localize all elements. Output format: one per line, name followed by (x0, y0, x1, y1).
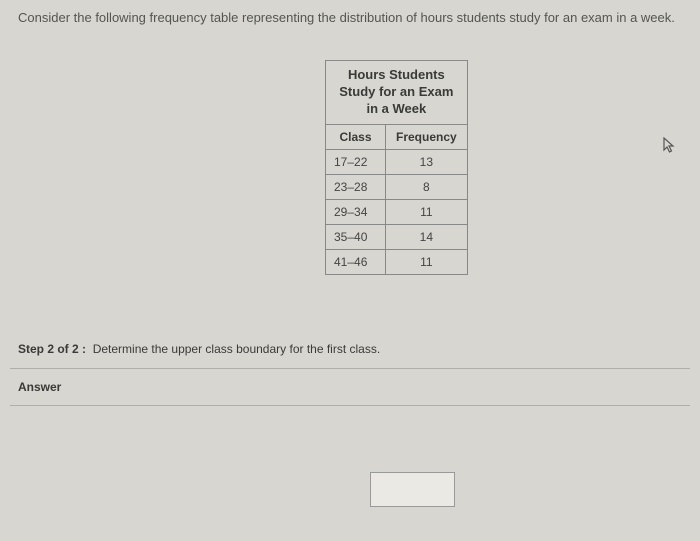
table-row: 41–46 11 (326, 249, 468, 274)
step-section: Step 2 of 2 : Determine the upper class … (0, 332, 700, 366)
table-title-line1: Hours Students (348, 67, 445, 82)
table-row: 35–40 14 (326, 224, 468, 249)
table-row: 23–28 8 (326, 174, 468, 199)
class-cell: 35–40 (326, 224, 386, 249)
table-title-line2: Study for an Exam (339, 84, 453, 99)
frequency-cell: 11 (386, 199, 468, 224)
table-title: Hours Students Study for an Exam in a We… (326, 61, 468, 125)
class-cell: 41–46 (326, 249, 386, 274)
divider (10, 405, 690, 406)
step-instruction-text: Determine the upper class boundary for t… (93, 342, 380, 356)
class-cell: 17–22 (326, 149, 386, 174)
frequency-table: Hours Students Study for an Exam in a We… (325, 60, 468, 275)
question-text: Consider the following frequency table r… (0, 0, 700, 35)
class-cell: 29–34 (326, 199, 386, 224)
cursor-icon (663, 137, 677, 155)
table-title-line3: in a Week (366, 101, 426, 116)
divider (10, 368, 690, 369)
frequency-table-container: Hours Students Study for an Exam in a We… (325, 60, 468, 275)
frequency-cell: 8 (386, 174, 468, 199)
column-header-frequency: Frequency (386, 124, 468, 149)
answer-input[interactable] (370, 472, 455, 507)
frequency-cell: 13 (386, 149, 468, 174)
frequency-cell: 14 (386, 224, 468, 249)
step-label: Step 2 of 2 : (18, 342, 86, 356)
answer-label: Answer (18, 380, 61, 394)
class-cell: 23–28 (326, 174, 386, 199)
column-header-class: Class (326, 124, 386, 149)
table-row: 17–22 13 (326, 149, 468, 174)
frequency-cell: 11 (386, 249, 468, 274)
table-row: 29–34 11 (326, 199, 468, 224)
